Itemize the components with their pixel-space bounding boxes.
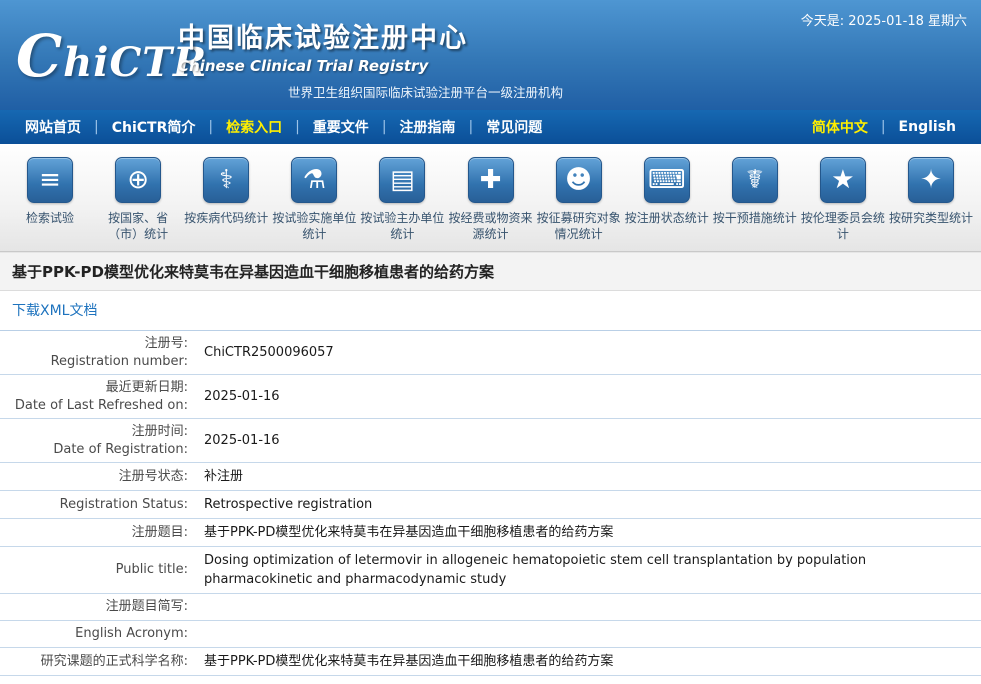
icon-bar-item[interactable]: ⌨ 按注册状态统计 xyxy=(623,157,711,242)
sparkle-icon: ✦ xyxy=(908,157,954,203)
row-label-en: Registration Status: xyxy=(4,496,188,514)
icon-bar-item-label: 按研究类型统计 xyxy=(887,210,975,226)
table-row: 注册号状态: 补注册 xyxy=(0,463,981,491)
icon-bar-item[interactable]: ⚕ 按疾病代码统计 xyxy=(182,157,270,242)
row-value: 2025-01-16 xyxy=(200,383,981,410)
table-row: English Acronym: xyxy=(0,621,981,648)
row-label: 注册号:Registration number: xyxy=(0,331,200,374)
icon-bar-item-label: 按试验实施单位统计 xyxy=(270,210,358,242)
lang-switch: 简体中文|English xyxy=(799,110,969,144)
icon-bar-item[interactable]: ★ 按伦理委员会统计 xyxy=(799,157,887,242)
icon-bar-item-label: 按试验主办单位统计 xyxy=(358,210,446,242)
row-value: 基于PPK-PD模型优化来特莫韦在异基因造血干细胞移植患者的给药方案 xyxy=(200,648,981,675)
row-label: 最近更新日期:Date of Last Refreshed on: xyxy=(0,375,200,418)
table-row: 注册号:Registration number:ChiCTR2500096057 xyxy=(0,331,981,375)
row-label: English Acronym: xyxy=(0,621,200,647)
row-label: 注册号状态: xyxy=(0,464,200,490)
globe-icon: ⊕ xyxy=(115,157,161,203)
row-label: 研究课题的正式科学名称: xyxy=(0,649,200,675)
row-label: 注册题目: xyxy=(0,520,200,546)
table-row: 注册时间:Date of Registration:2025-01-16 xyxy=(0,419,981,463)
row-value: 基于PPK-PD模型优化来特莫韦在异基因造血干细胞移植患者的给药方案 xyxy=(200,519,981,546)
icon-bar-item[interactable]: ✦ 按研究类型统计 xyxy=(887,157,975,242)
main-nav: 网站首页|ChiCTR简介|检索入口|重要文件|注册指南|常见问题 简体中文|E… xyxy=(0,110,981,144)
row-value xyxy=(200,603,981,611)
icon-bar-item[interactable]: ☻ 按征募研究对象情况统计 xyxy=(535,157,623,242)
nav-item-faq[interactable]: 常见问题 xyxy=(473,117,555,137)
row-label-en: Date of Registration: xyxy=(4,441,188,459)
site-titles: 中国临床试验注册中心 Chinese Clinical Trial Regist… xyxy=(178,16,468,75)
row-label-zh: 研究课题的正式科学名称: xyxy=(4,653,188,671)
row-label: Public title: xyxy=(0,557,200,583)
main-nav-items: 网站首页|ChiCTR简介|检索入口|重要文件|注册指南|常见问题 xyxy=(12,117,555,137)
site-title-english: Chinese Clinical Trial Registry xyxy=(178,57,468,75)
table-row: 注册题目简写: xyxy=(0,594,981,621)
row-value: 补注册 xyxy=(200,463,981,490)
icon-bar-item-label: 按征募研究对象情况统计 xyxy=(535,210,623,242)
page-title: 基于PPK-PD模型优化来特莫韦在异基因造血干细胞移植患者的给药方案 xyxy=(0,252,981,291)
icon-bar-item-label: 按疾病代码统计 xyxy=(182,210,270,226)
row-label-zh: 注册题目简写: xyxy=(4,598,188,616)
nav-item-home[interactable]: 网站首页 xyxy=(12,117,94,137)
row-label-en: English Acronym: xyxy=(4,625,188,643)
row-label-zh: 注册号: xyxy=(4,335,188,353)
search-trials-icon: ≡ xyxy=(27,157,73,203)
row-label: Registration Status: xyxy=(0,492,200,518)
detail-table: 注册号:Registration number:ChiCTR2500096057… xyxy=(0,331,981,676)
icon-bar: ≡ 检索试验 ⊕ 按国家、省（市）统计 ⚕ 按疾病代码统计 ⚗ 按试验实施单位统计 ▤ 按试验主办… xyxy=(0,144,981,252)
nav-item-about[interactable]: ChiCTR简介 xyxy=(99,117,209,137)
row-value: 2025-01-16 xyxy=(200,427,981,454)
xml-download-row: 下载XML文档 xyxy=(0,291,981,331)
icon-bar-item-label: 按国家、省（市）统计 xyxy=(94,210,182,242)
nav-item-search[interactable]: 检索入口 xyxy=(213,117,295,137)
today-date: 今天是: 2025-01-18 星期六 xyxy=(801,10,967,29)
row-label-zh: 注册时间: xyxy=(4,423,188,441)
icon-bar-item[interactable]: ✚ 按经费或物资来源统计 xyxy=(446,157,534,242)
row-label-zh: 最近更新日期: xyxy=(4,379,188,397)
row-label: 注册时间:Date of Registration: xyxy=(0,419,200,462)
row-value: Retrospective registration xyxy=(200,491,981,518)
icon-bar-item[interactable]: ⚗ 按试验实施单位统计 xyxy=(270,157,358,242)
dna-icon: ⚕ xyxy=(203,157,249,203)
icon-bar-item-label: 检索试验 xyxy=(6,210,94,226)
clipboard-icon: ▤ xyxy=(379,157,425,203)
icon-bar-item[interactable]: ≡ 检索试验 xyxy=(6,157,94,242)
star-icon: ★ xyxy=(820,157,866,203)
table-row: 最近更新日期:Date of Last Refreshed on:2025-01… xyxy=(0,375,981,419)
doctor-icon: ☤ xyxy=(732,157,778,203)
people-icon: ☻ xyxy=(556,157,602,203)
row-label-en: Public title: xyxy=(4,561,188,579)
row-value: ChiCTR2500096057 xyxy=(200,339,981,366)
site-title-chinese: 中国临床试验注册中心 xyxy=(178,16,468,55)
table-row: 研究课题的正式科学名称: 基于PPK-PD模型优化来特莫韦在异基因造血干细胞移植患… xyxy=(0,648,981,676)
flask-icon: ⚗ xyxy=(291,157,337,203)
icon-bar-item[interactable]: ⊕ 按国家、省（市）统计 xyxy=(94,157,182,242)
row-value: Dosing optimization of letermovir in all… xyxy=(200,547,981,593)
medical-kit-icon: ✚ xyxy=(468,157,514,203)
table-row: 注册题目: 基于PPK-PD模型优化来特莫韦在异基因造血干细胞移植患者的给药方案 xyxy=(0,519,981,547)
site-subtitle: 世界卫生组织国际临床试验注册平台一级注册机构 xyxy=(288,82,563,101)
lang-simplified-chinese[interactable]: 简体中文 xyxy=(799,117,881,137)
icon-bar-item[interactable]: ▤ 按试验主办单位统计 xyxy=(358,157,446,242)
icon-bar-item-label: 按干预措施统计 xyxy=(711,210,799,226)
icon-bar-item-label: 按经费或物资来源统计 xyxy=(446,210,534,242)
row-label-en: Registration number: xyxy=(4,353,188,371)
row-label-zh: 注册题目: xyxy=(4,524,188,542)
row-label-zh: 注册号状态: xyxy=(4,468,188,486)
download-xml-link[interactable]: 下载XML文档 xyxy=(12,303,97,319)
icon-bar-item[interactable]: ☤ 按干预措施统计 xyxy=(711,157,799,242)
keyboard-icon: ⌨ xyxy=(644,157,690,203)
row-label: 注册题目简写: xyxy=(0,594,200,620)
nav-item-documents[interactable]: 重要文件 xyxy=(300,117,382,137)
nav-item-guide[interactable]: 注册指南 xyxy=(387,117,469,137)
table-row: Public title: Dosing optimization of lete… xyxy=(0,547,981,594)
row-value xyxy=(200,630,981,638)
lang-english[interactable]: English xyxy=(886,119,969,135)
icon-bar-item-label: 按注册状态统计 xyxy=(623,210,711,226)
row-label-en: Date of Last Refreshed on: xyxy=(4,397,188,415)
site-header: 今天是: 2025-01-18 星期六 ChiCTR 中国临床试验注册中心 Ch… xyxy=(0,0,981,110)
table-row: Registration Status: Retrospective regist… xyxy=(0,491,981,519)
icon-bar-item-label: 按伦理委员会统计 xyxy=(799,210,887,242)
